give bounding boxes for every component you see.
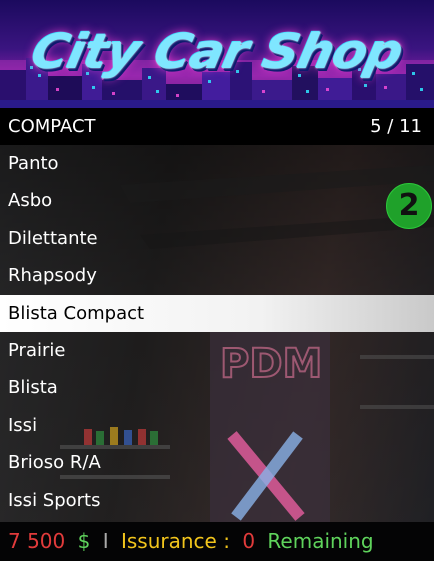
currency-symbol: $ bbox=[77, 529, 91, 553]
number-badge: 2 bbox=[386, 183, 432, 229]
vehicle-item[interactable]: Panto bbox=[0, 145, 434, 182]
vehicle-menu: PDM Panto Asbo Dilettante Rhapsody Blist… bbox=[0, 145, 434, 522]
price-footer: 7 500 $ I Issurance : 0 Remaining bbox=[0, 522, 434, 561]
footer-separator: I bbox=[102, 529, 109, 553]
insurance-count: 0 bbox=[242, 529, 256, 553]
vehicle-item[interactable]: Prairie bbox=[0, 332, 434, 369]
vehicle-list: Panto Asbo Dilettante Rhapsody Blista Co… bbox=[0, 145, 434, 519]
vehicle-item[interactable]: Issi bbox=[0, 407, 434, 444]
shop-banner: City Car Shop bbox=[0, 0, 434, 108]
insurance-label: Issurance : bbox=[120, 529, 230, 553]
vehicle-item-selected[interactable]: Blista Compact bbox=[0, 294, 434, 332]
vehicle-item[interactable]: Rhapsody bbox=[0, 257, 434, 294]
vehicle-item[interactable]: Brioso R/A bbox=[0, 444, 434, 481]
category-title: COMPACT bbox=[8, 116, 96, 137]
vehicle-item[interactable]: Dilettante bbox=[0, 220, 434, 257]
vehicle-item[interactable]: Blista bbox=[0, 369, 434, 406]
shop-logo: City Car Shop bbox=[26, 24, 408, 80]
vehicle-item[interactable]: Asbo bbox=[0, 182, 434, 219]
price-value: 7 500 bbox=[8, 529, 66, 553]
item-counter: 5 / 11 bbox=[370, 116, 422, 137]
remaining-label: Remaining bbox=[267, 529, 374, 553]
menu-header: COMPACT 5 / 11 bbox=[0, 108, 434, 145]
vehicle-item[interactable]: Issi Sports bbox=[0, 482, 434, 519]
